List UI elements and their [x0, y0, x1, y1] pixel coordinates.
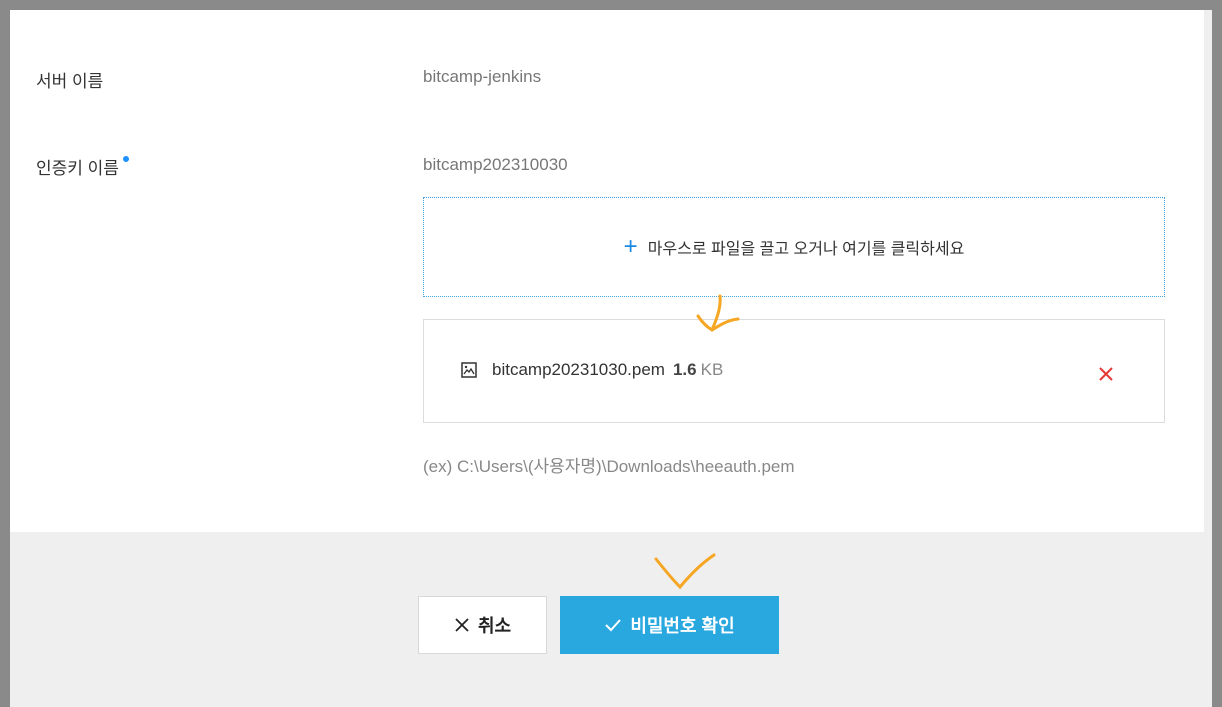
- remove-file-button[interactable]: [1096, 364, 1116, 384]
- path-hint: (ex) C:\Users\(사용자명)\Downloads\heeauth.p…: [423, 457, 795, 476]
- file-size-unit: KB: [700, 360, 724, 379]
- confirm-password-button[interactable]: 비밀번호 확인: [560, 596, 779, 654]
- required-indicator: [122, 156, 129, 162]
- plus-icon: +: [623, 233, 638, 260]
- file-name: bitcamp20231030.pem: [492, 360, 665, 379]
- dropzone-text: 마우스로 파일을 끌고 오거나 여기를 클릭하세요: [647, 241, 965, 258]
- file-size-value: 1.6: [672, 360, 697, 379]
- server-name-value: bitcamp-jenkins: [423, 67, 542, 86]
- image-file-icon: [461, 362, 477, 378]
- file-dropzone[interactable]: + 마우스로 파일을 끌고 오거나 여기를 클릭하세요: [423, 197, 1165, 297]
- auth-key-value: bitcamp202310030: [423, 155, 568, 174]
- dialog-frame: 서버 이름 bitcamp-jenkins 인증키 이름 bitcamp2023…: [0, 0, 1222, 707]
- auth-key-label: 인증키 이름: [36, 159, 119, 178]
- cancel-label: 취소: [477, 616, 512, 636]
- close-icon: [1099, 367, 1113, 381]
- confirm-label: 비밀번호 확인: [630, 616, 735, 636]
- close-icon: [455, 618, 469, 632]
- server-name-label: 서버 이름: [36, 72, 104, 91]
- cancel-button[interactable]: 취소: [418, 596, 547, 654]
- file-name-row: bitcamp20231030.pem 1.6 KB: [492, 360, 723, 380]
- auth-key-label-row: 인증키 이름: [36, 154, 129, 179]
- check-icon: [605, 619, 622, 632]
- form-panel: 서버 이름 bitcamp-jenkins 인증키 이름 bitcamp2023…: [10, 10, 1204, 532]
- uploaded-file-item: bitcamp20231030.pem 1.6 KB: [423, 319, 1165, 423]
